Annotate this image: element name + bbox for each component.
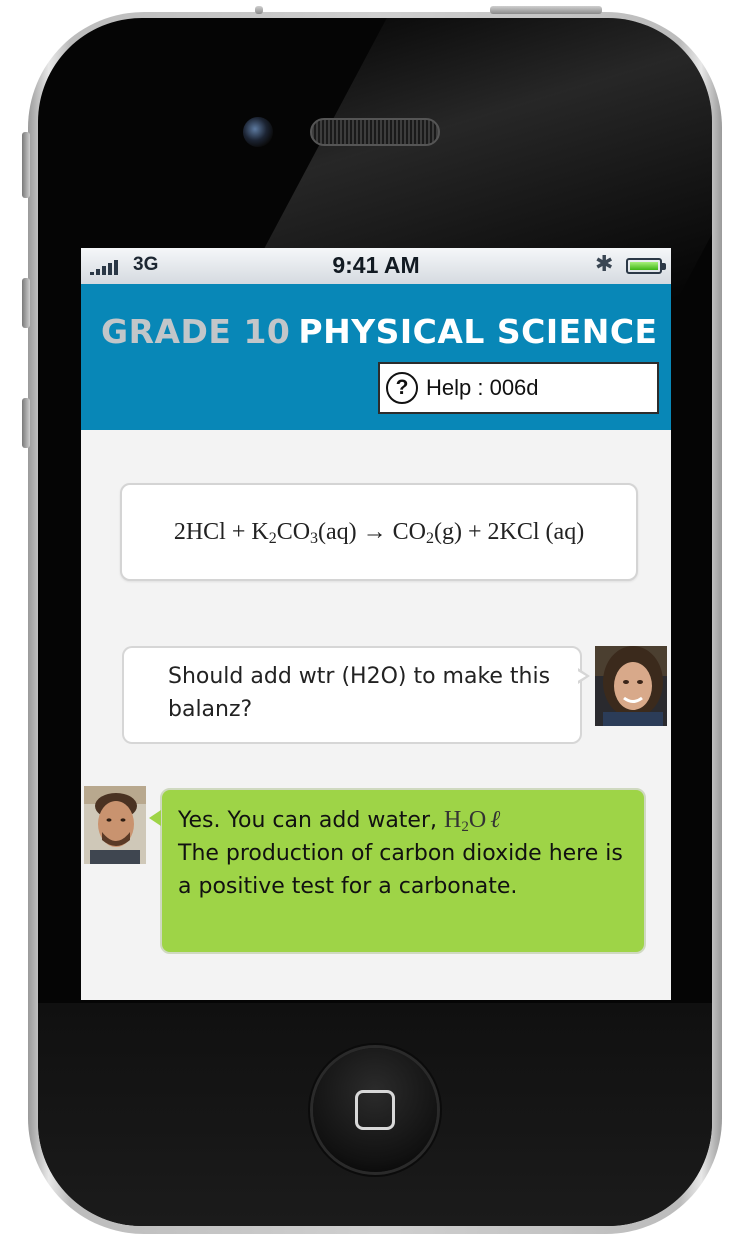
student-bubble-tail-inner (576, 670, 586, 682)
formula-state: ℓ (490, 807, 501, 833)
water-formula: H2O ℓ (444, 807, 501, 835)
volume-up-button[interactable] (22, 278, 30, 328)
status-time: 9:41 AM (332, 252, 420, 278)
formula-o: O (468, 807, 487, 833)
chemical-equation: 2HCl + K2CO3(aq) → CO2(g) + 2KCl (aq) (173, 518, 585, 547)
help-label: Help : 006d (426, 375, 539, 400)
student-avatar[interactable] (595, 646, 667, 726)
title-grade: GRADE 10 (101, 312, 291, 351)
student-message-bubble: Should add wtr (H2O) to make this balanz… (122, 646, 582, 744)
battery-level (630, 262, 658, 270)
formula-h: H (444, 807, 462, 833)
front-camera-icon (243, 117, 273, 147)
tutor-message-bubble: Yes. You can add water, H2O ℓ The product… (160, 788, 646, 954)
student-avatar-image (595, 646, 667, 726)
page-title: GRADE 10 PHYSICAL SCIENCE (101, 312, 658, 351)
sleep-button[interactable] (490, 6, 602, 14)
tutor-bubble-tail (149, 810, 161, 826)
equation-part: 2HCl + K (173, 518, 269, 545)
equation-subscript: 2 (426, 529, 435, 547)
equation-subscript: 2 (268, 529, 277, 547)
equation-card: 2HCl + K2CO3(aq) → CO2(g) + 2KCl (aq) (120, 483, 638, 581)
top-edge-notch (255, 6, 263, 14)
help-button[interactable]: ? Help : 006d (378, 362, 659, 414)
phone-screen: 3G 9:41 AM ✱ GRADE 10 PHYSICAL SCIENCE ? … (81, 248, 671, 1000)
help-question-icon: ? (386, 372, 418, 404)
formula-subscript: 2 (461, 819, 469, 835)
battery-tip (662, 263, 666, 270)
equation-part: (g) + 2KCl (aq) (434, 518, 585, 545)
tutor-avatar-image (84, 786, 146, 864)
home-button[interactable] (313, 1048, 437, 1172)
equation-subscript: 3 (310, 529, 319, 547)
tutor-avatar[interactable] (84, 786, 146, 864)
earpiece-speaker (310, 118, 440, 146)
tutor-message-line1: Yes. You can add water, (178, 808, 438, 833)
app-header: GRADE 10 PHYSICAL SCIENCE ? Help : 006d (81, 284, 671, 430)
home-square-icon (355, 1090, 395, 1130)
volume-down-button[interactable] (22, 398, 30, 448)
status-bar: 3G 9:41 AM ✱ (81, 248, 671, 285)
tutor-message-text: Yes. You can add water, H2O ℓ The product… (178, 804, 640, 903)
equation-part: (aq) → CO (318, 518, 427, 545)
student-message-text: Should add wtr (H2O) to make this balanz… (168, 664, 551, 722)
mute-switch[interactable] (22, 132, 30, 198)
battery-icon (626, 258, 662, 274)
equation-part: CO (276, 518, 311, 545)
tutor-message-rest: The production of carbon dioxide here is… (178, 841, 623, 899)
title-subject: PHYSICAL SCIENCE (298, 312, 658, 351)
bluetooth-icon: ✱ (595, 252, 614, 277)
